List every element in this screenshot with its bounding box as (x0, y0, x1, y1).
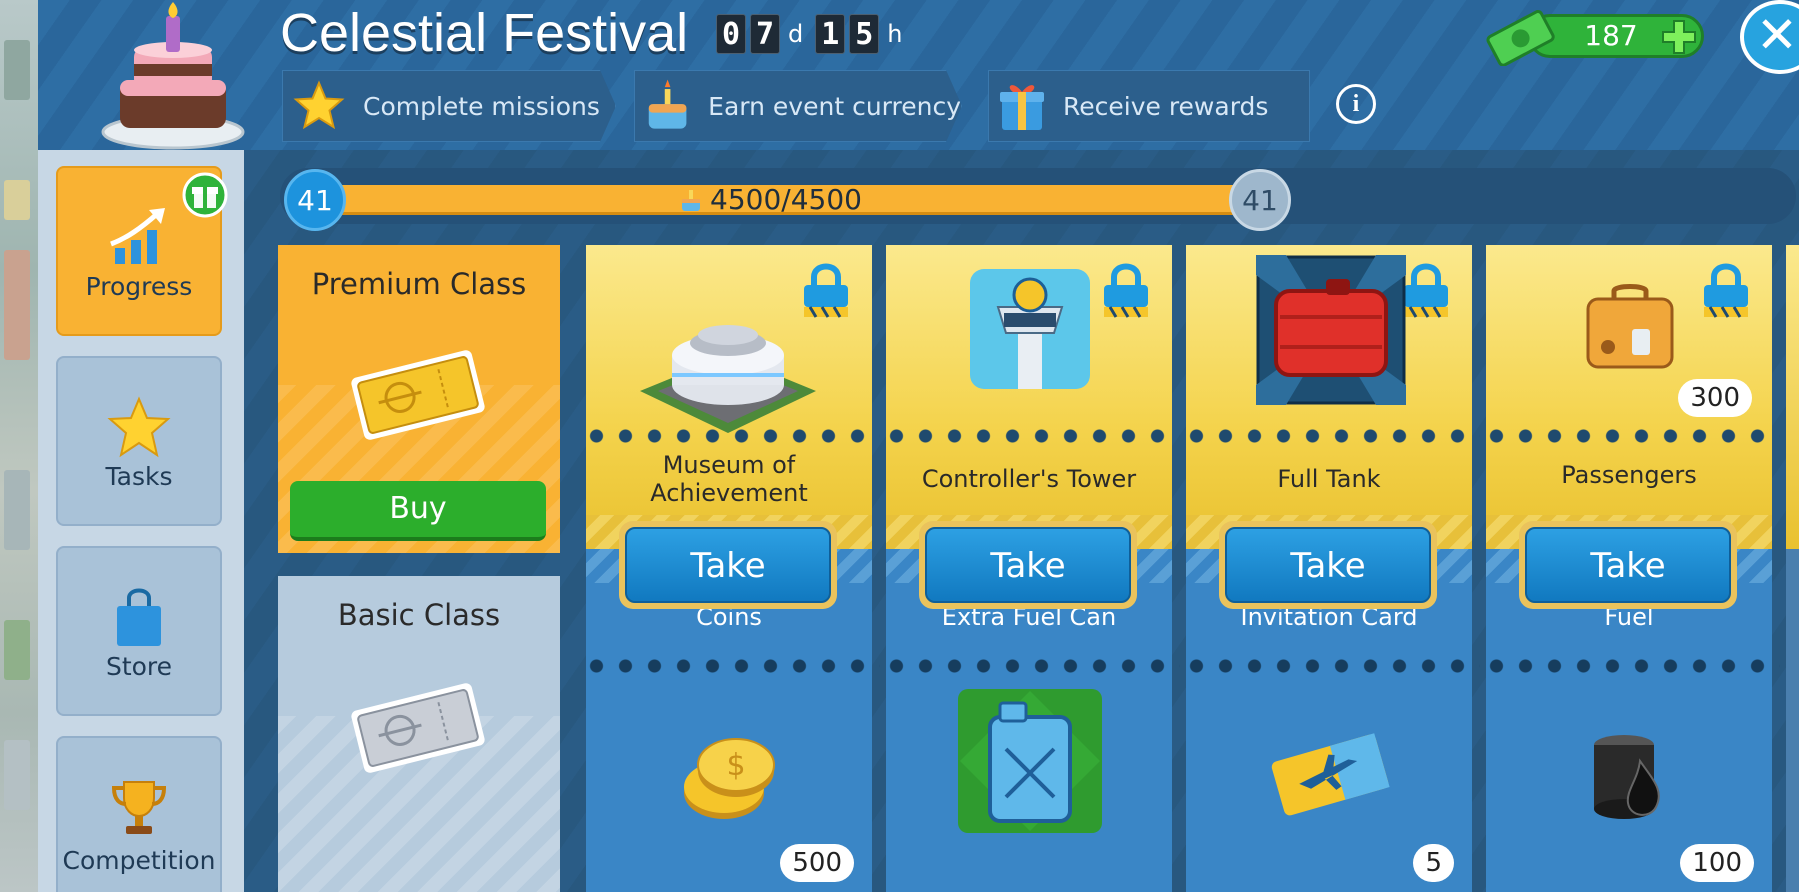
lock-icon (1704, 263, 1748, 318)
growth-arrow-icon (110, 208, 165, 264)
current-level-badge: 41 (284, 169, 346, 231)
oil-drop-icon (1594, 735, 1660, 819)
dotted-divider (882, 429, 1180, 443)
info-button[interactable]: i (1336, 84, 1376, 124)
premium-reward-cell: Controller's Tower (882, 245, 1180, 549)
banknote-icon (1486, 10, 1555, 66)
reward-column: 300 Passengers Take Fuel 100 (1482, 245, 1780, 892)
step-label: Receive rewards (1063, 91, 1269, 121)
sidebar-item-progress[interactable]: Progress (56, 166, 228, 336)
lock-icon (1104, 263, 1148, 318)
basic-class-card: Basic Class (278, 576, 560, 892)
premium-reward-cell: Full Tank (1182, 245, 1480, 549)
birthday-cake-icon (101, 2, 245, 150)
cake-icon (645, 78, 690, 134)
reward-quantity: 100 (1680, 844, 1754, 882)
reward-quantity: 300 (1678, 379, 1752, 417)
step-label: Earn event currency (708, 91, 961, 121)
premium-reward-cell: Museum of Achievement (582, 245, 880, 549)
shopping-bag-icon (117, 588, 161, 646)
event-sidebar: Progress Tasks Store Competition (38, 150, 244, 892)
star-icon (293, 80, 345, 132)
next-reward-column-edge-basic (1786, 549, 1799, 892)
silver-ticket-icon (351, 683, 485, 773)
basic-class-title: Basic Class (337, 598, 501, 632)
cash-counter: 187 (1486, 8, 1706, 66)
svg-text:$: $ (726, 748, 745, 783)
dotted-divider (582, 429, 880, 443)
next-level-badge: 41 (1229, 169, 1291, 231)
take-button-label: Take (925, 527, 1131, 603)
gold-ticket-icon (351, 350, 485, 440)
sidebar-item-label: Competition (62, 846, 216, 875)
gift-badge-icon (182, 172, 228, 218)
ticket-icon (1271, 733, 1390, 816)
step-receive-rewards: Receive rewards (988, 70, 1310, 142)
gift-icon (1000, 85, 1044, 130)
take-button-label: Take (1525, 527, 1731, 603)
rewards-panel: 41 41 4500/4500 Premium Class Buy Basic … (244, 150, 1799, 892)
star-icon (107, 396, 171, 458)
sidebar-item-store[interactable]: Store (56, 546, 222, 716)
close-button[interactable]: ✕ (1740, 0, 1799, 74)
buy-premium-button[interactable]: Buy (290, 481, 546, 541)
step-label: Complete missions (363, 91, 600, 121)
dotted-divider (1182, 429, 1480, 443)
reward-quantity: 500 (780, 844, 854, 882)
plus-icon[interactable] (1661, 19, 1697, 55)
dotted-divider (1482, 429, 1780, 443)
sidebar-item-label: Store (105, 652, 173, 681)
take-button-label: Take (625, 527, 831, 603)
premium-reward-name: Full Tank (1277, 465, 1381, 493)
timer-unit-hours: h (887, 20, 903, 48)
reward-column: Full Tank Take Invitation Card 5 (1182, 245, 1480, 892)
take-button-label: Take (1225, 527, 1431, 603)
take-button[interactable]: Take (1519, 521, 1737, 609)
fuel-can-icon (958, 689, 1102, 833)
cake-currency-icon (682, 189, 700, 211)
step-earn-currency: Earn event currency (634, 70, 962, 142)
sidebar-item-tasks[interactable]: Tasks (56, 356, 222, 526)
dotted-divider (1482, 659, 1780, 673)
premium-reward-name: Controller's Tower (921, 465, 1137, 493)
dotted-divider (582, 659, 880, 673)
museum-icon (640, 325, 816, 433)
reward-quantity: 5 (1413, 844, 1454, 882)
step-complete-missions: Complete missions (282, 70, 616, 142)
timer-digit: 7 (750, 14, 780, 54)
premium-reward-name: Passengers (1561, 461, 1697, 489)
timer-digit: 5 (849, 14, 880, 54)
timer-digit: 0 (716, 14, 746, 54)
event-screen: Celestial Festival 0 7 d 1 5 h Complete … (0, 0, 1799, 892)
timer-digit: 1 (815, 14, 846, 54)
progress-text: 4500/4500 (680, 183, 862, 216)
event-header: Celestial Festival 0 7 d 1 5 h Complete … (38, 0, 1799, 150)
next-reward-column-edge (1786, 245, 1799, 549)
premium-reward-name: Museum of Achievement (650, 451, 808, 507)
premium-reward-cell: 300 Passengers (1482, 245, 1780, 549)
reward-column: Museum of Achievement Take Coins $ 500 (582, 245, 880, 892)
trophy-icon (111, 781, 167, 834)
fuel-tank-icon (1256, 255, 1406, 405)
premium-class-card: Premium Class Buy (278, 245, 560, 553)
sidebar-item-competition[interactable]: Competition (56, 736, 222, 892)
event-title: Celestial Festival (280, 3, 689, 63)
city-map-background (0, 0, 38, 892)
reward-column: Controller's Tower Take Extra Fuel Can (882, 245, 1180, 892)
take-button[interactable]: Take (1219, 521, 1437, 609)
event-timer: 0 7 d 1 5 h (716, 14, 910, 54)
progress-value: 4500/4500 (710, 183, 862, 216)
timer-unit-days: d (788, 20, 804, 48)
control-tower-icon (970, 269, 1090, 389)
suitcase-icon (1586, 284, 1674, 369)
take-button[interactable]: Take (919, 521, 1137, 609)
sidebar-item-label: Progress (85, 272, 193, 301)
dotted-divider (882, 659, 1180, 673)
sidebar-item-label: Tasks (105, 462, 173, 491)
premium-class-title: Premium Class (311, 267, 527, 301)
dotted-divider (1182, 659, 1480, 673)
coins-icon: $ (684, 738, 775, 819)
lock-icon (1404, 263, 1448, 318)
take-button[interactable]: Take (619, 521, 837, 609)
